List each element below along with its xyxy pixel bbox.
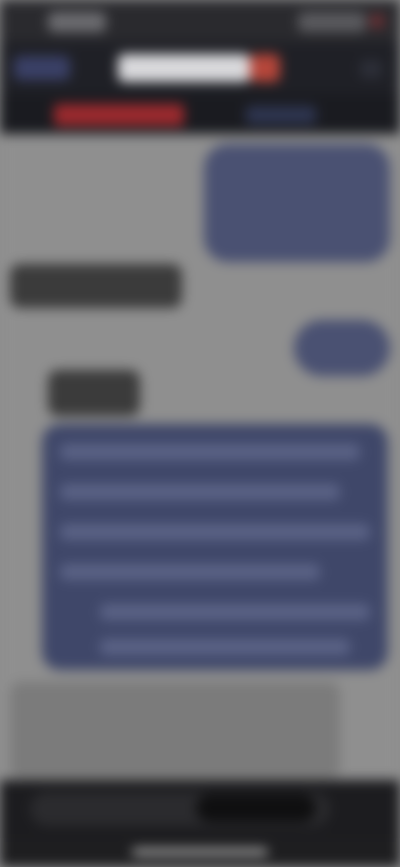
panel-line xyxy=(100,604,370,620)
panel-line xyxy=(60,484,340,500)
composer-bar xyxy=(0,780,400,838)
home-bar xyxy=(0,838,400,867)
panel-line xyxy=(60,564,320,580)
panel-line xyxy=(60,444,360,460)
panel-line xyxy=(100,639,350,655)
status-bar xyxy=(0,0,400,42)
message-outgoing[interactable] xyxy=(204,144,390,262)
highlighted-message-panel[interactable] xyxy=(42,424,388,670)
send-button[interactable] xyxy=(196,794,316,822)
message-incoming[interactable] xyxy=(48,370,140,416)
header-action-icon[interactable] xyxy=(360,60,382,78)
blurred-screen xyxy=(0,0,400,867)
message-outgoing[interactable] xyxy=(294,320,390,376)
conversation-area xyxy=(0,134,400,780)
logo-mark-icon xyxy=(250,54,280,82)
app-logo xyxy=(118,54,250,82)
tab-secondary[interactable] xyxy=(246,106,316,124)
quoted-text xyxy=(10,682,340,778)
panel-line xyxy=(60,524,370,540)
tab-active[interactable] xyxy=(54,104,184,126)
message-incoming[interactable] xyxy=(10,264,182,308)
nav-strip xyxy=(0,94,400,134)
menu-icon[interactable] xyxy=(14,56,70,80)
status-icons xyxy=(298,12,384,32)
status-time xyxy=(48,12,106,32)
home-indicator[interactable] xyxy=(132,848,268,856)
app-header xyxy=(0,42,400,94)
